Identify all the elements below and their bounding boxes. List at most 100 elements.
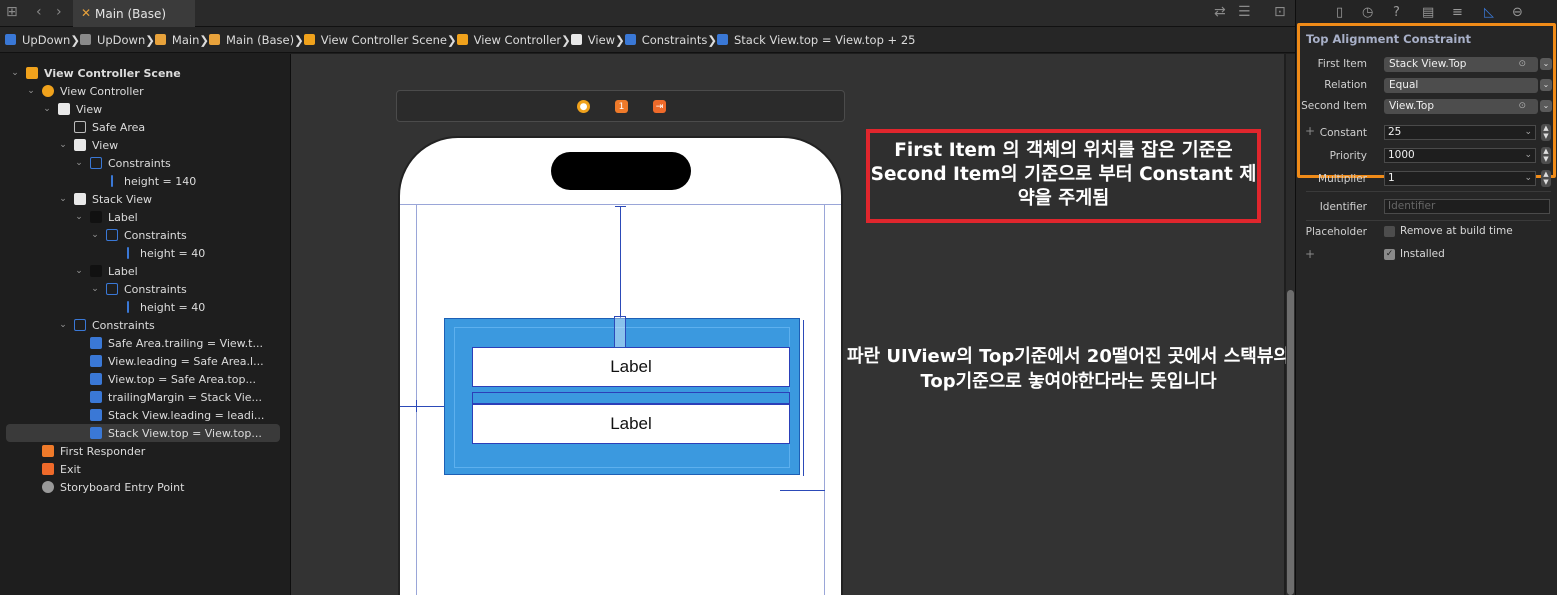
stack-view[interactable]: Label Label	[454, 327, 790, 468]
outline-item-label: Constraints	[92, 318, 155, 332]
outline-item[interactable]: height = 40	[0, 244, 205, 262]
outline-item[interactable]: ⌄ Constraints	[0, 280, 187, 298]
outline-item[interactable]: trailingMargin = Stack Vie...	[0, 388, 262, 406]
iphone-frame[interactable]: Label Label	[398, 136, 843, 595]
outline-item[interactable]: ⌄ View	[0, 136, 118, 154]
outline-item[interactable]: Storyboard Entry Point	[0, 478, 184, 496]
storyboard-canvas[interactable]: ● 1 ⇥ Label Label First Item 의 객체의 위치를 잡…	[291, 54, 1290, 595]
first-item-select[interactable]: Stack View.Top ⊙ ⌄	[1384, 57, 1552, 72]
first-responder-icon[interactable]: 1	[615, 100, 628, 113]
outline-item[interactable]: First Responder	[0, 442, 145, 460]
outline-item[interactable]: ⌄ View Controller	[0, 82, 144, 100]
plus-icon[interactable]: +	[1305, 247, 1315, 261]
chevron-down-icon[interactable]: ⌄	[10, 68, 20, 78]
outline-item[interactable]: ⌄ View Controller Scene	[0, 64, 181, 82]
constant-field[interactable]: 25 ⌄	[1384, 125, 1536, 140]
add-editor-icon[interactable]: ⊡	[1274, 4, 1286, 20]
chevron-down-icon[interactable]: ⌄	[74, 158, 84, 168]
breadcrumb-item[interactable]: Main (Base)	[209, 33, 294, 47]
top-constraint-line[interactable]	[620, 206, 621, 318]
outline-item[interactable]: ⌄ Label	[0, 262, 137, 280]
chevron-down-icon[interactable]: ⌄	[1524, 126, 1532, 139]
outline-item[interactable]: Safe Area.trailing = View.t...	[0, 334, 263, 352]
priority-stepper[interactable]: ▲ ▼	[1541, 147, 1551, 164]
outline-item[interactable]: ⌄ Constraints	[0, 316, 155, 334]
identifier-field[interactable]: Identifier	[1384, 199, 1550, 214]
chevron-right-icon: ❯	[561, 32, 571, 47]
chevron-down-icon[interactable]: ⌄	[90, 284, 100, 294]
multiplier-stepper[interactable]: ▲ ▼	[1541, 170, 1551, 187]
outline-item[interactable]: Stack View.top = View.top...	[6, 424, 280, 442]
outline-item[interactable]: View.leading = Safe Area.l...	[0, 352, 264, 370]
storyboard-icon	[154, 34, 166, 45]
remove-at-build-label: Remove at build time	[1400, 225, 1513, 237]
leading-constraint-line[interactable]	[400, 406, 444, 407]
chevron-down-icon[interactable]: ⌄	[74, 266, 84, 276]
breadcrumb-item[interactable]: View Controller Scene	[303, 33, 447, 47]
breadcrumb-item[interactable]: UpDown	[79, 33, 145, 47]
relation-select[interactable]: Equal ⌄	[1384, 78, 1552, 93]
chevron-down-icon[interactable]: ⌄	[58, 194, 68, 204]
outline-item[interactable]: View.top = Safe Area.top...	[0, 370, 256, 388]
chevron-down-icon[interactable]: ⌄	[1524, 149, 1532, 162]
label-top[interactable]: Label	[472, 347, 790, 387]
grid-icon[interactable]: ⊞	[6, 4, 18, 20]
tab-main-base[interactable]: ✕ Main (Base)	[73, 0, 195, 27]
selected-constraint-handle[interactable]	[614, 316, 626, 348]
remove-at-build-checkbox[interactable]	[1384, 226, 1395, 237]
height-constraint-line[interactable]	[803, 320, 804, 476]
breadcrumb-item[interactable]: Constraints	[624, 33, 707, 47]
outline-item[interactable]: height = 40	[0, 298, 205, 316]
outline-item[interactable]: ⌄ Constraints	[0, 154, 171, 172]
chevron-down-icon[interactable]: ⌄	[42, 104, 52, 114]
outline-item[interactable]: Exit	[0, 460, 81, 478]
outline-item[interactable]: ⌄ Label	[0, 208, 137, 226]
constant-stepper[interactable]: ▲ ▼	[1541, 124, 1551, 141]
trailing-constraint-line[interactable]	[780, 490, 825, 491]
connections-inspector-icon[interactable]: ⊖	[1512, 5, 1523, 20]
breadcrumb-item[interactable]: View Controller	[456, 33, 561, 47]
outline-item-label: View Controller Scene	[44, 66, 181, 80]
swap-icon[interactable]: ⇄	[1214, 4, 1226, 20]
chevron-down-icon[interactable]: ⌄	[1524, 172, 1532, 185]
divider	[1306, 220, 1551, 221]
multiplier-field[interactable]: 1 ⌄	[1384, 171, 1536, 186]
outline-item[interactable]: height = 140	[0, 172, 196, 190]
chevron-down-icon[interactable]: ⌄	[1540, 79, 1552, 91]
label-bottom[interactable]: Label	[472, 404, 790, 444]
forward-arrow-icon[interactable]: ›	[56, 4, 62, 20]
breadcrumb-item[interactable]: Main	[154, 33, 199, 47]
chevron-down-icon[interactable]: ⌄	[26, 86, 36, 96]
breadcrumb-item[interactable]: UpDown	[5, 33, 70, 47]
target-icon: ⊙	[1518, 59, 1526, 69]
outline-item[interactable]: ⌄ Stack View	[0, 190, 152, 208]
chevron-down-icon[interactable]: ⌄	[1540, 58, 1552, 70]
help-icon[interactable]: ?	[1393, 5, 1400, 20]
chevron-down-icon[interactable]: ⌄	[1540, 100, 1552, 112]
outline-item[interactable]: Safe Area	[0, 118, 145, 136]
lines-icon[interactable]: ☰	[1238, 4, 1251, 20]
back-arrow-icon[interactable]: ‹	[36, 4, 42, 20]
attributes-inspector-icon[interactable]: ≡	[1452, 5, 1463, 20]
tab-label: Main (Base)	[95, 6, 167, 21]
exit-icon[interactable]: ⇥	[653, 100, 666, 113]
chevron-down-icon[interactable]: ⌄	[58, 320, 68, 330]
second-item-select[interactable]: View.Top ⊙ ⌄	[1384, 99, 1552, 114]
breadcrumb-item[interactable]: View	[570, 33, 615, 47]
outline-item[interactable]: ⌄ Constraints	[0, 226, 187, 244]
chevron-down-icon[interactable]: ⌄	[58, 140, 68, 150]
identity-inspector-icon[interactable]: ▤	[1422, 5, 1434, 20]
priority-field[interactable]: 1000 ⌄	[1384, 148, 1536, 163]
outline-item[interactable]: Stack View.leading = leadi...	[0, 406, 264, 424]
outline-item-label: trailingMargin = Stack Vie...	[108, 390, 263, 404]
history-icon[interactable]: ◷	[1362, 5, 1373, 20]
installed-checkbox[interactable]: ✓	[1384, 249, 1395, 260]
outline-item[interactable]: ⌄ View	[0, 100, 102, 118]
breadcrumb-item[interactable]: Stack View.top = View.top + 25	[716, 33, 915, 47]
chevron-down-icon[interactable]: ⌄	[74, 212, 84, 222]
chevron-down-icon[interactable]: ⌄	[90, 230, 100, 240]
scrollbar-thumb[interactable]	[1287, 290, 1294, 595]
size-inspector-icon[interactable]: ◺	[1484, 5, 1494, 20]
view-controller-icon[interactable]: ●	[577, 100, 590, 113]
file-inspector-icon[interactable]: ▯	[1336, 5, 1343, 20]
